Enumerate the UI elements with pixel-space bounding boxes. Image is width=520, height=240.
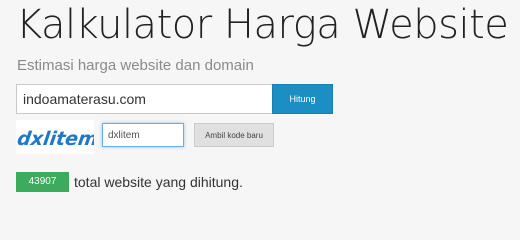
website-url-input[interactable] bbox=[16, 84, 272, 114]
calculate-button[interactable]: Hitung bbox=[272, 84, 333, 114]
captcha-image: dxlitem bbox=[16, 120, 94, 154]
website-count-badge: 43907 bbox=[16, 172, 69, 192]
page-title: Kalkulator Harga Website bbox=[16, 2, 509, 48]
captcha-text: dxlitem bbox=[16, 127, 94, 150]
new-code-button[interactable]: Ambil kode baru bbox=[194, 123, 274, 147]
website-count-label: total website yang dihitung. bbox=[74, 174, 243, 190]
page-subtitle: Estimasi harga website dan domain bbox=[17, 57, 254, 74]
captcha-input[interactable] bbox=[102, 123, 184, 147]
